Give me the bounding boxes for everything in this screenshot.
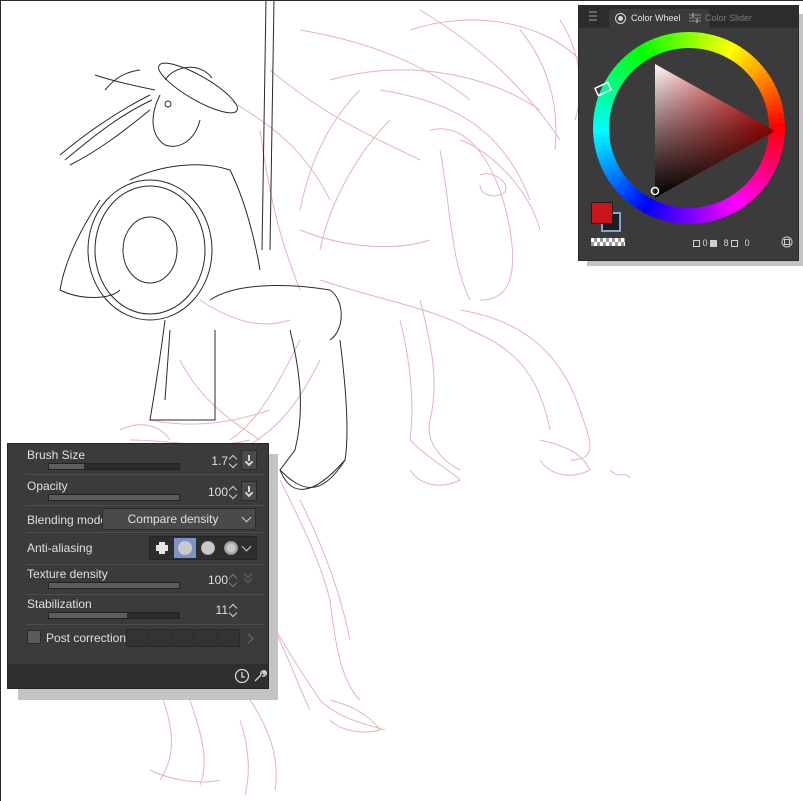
stabilization-slider-fill [49, 613, 127, 618]
post-correction-label: Post correction [46, 631, 127, 645]
color-swatches[interactable] [591, 202, 625, 236]
texture-density-spinner[interactable] [229, 572, 238, 588]
aa-strong-icon [224, 541, 238, 555]
post-correction-cell[interactable] [195, 629, 217, 647]
download-arrow-icon [246, 486, 252, 495]
fullscreen-icon[interactable] [781, 236, 793, 248]
hsv-readout: 0 8 0 [693, 238, 750, 248]
color-wheel-panel: Color Wheel Color Slider 0 8 0 [579, 6, 798, 260]
divider [26, 474, 264, 475]
chevron-down-icon [241, 512, 252, 523]
brush-size-settings-button[interactable] [241, 450, 257, 470]
tool-property-panel: Brush Size 1.7 Opacity 100 Blending mode… [8, 444, 268, 688]
anti-aliasing-weak[interactable] [174, 538, 196, 558]
saturation-icon [731, 240, 739, 248]
color-slider-icon [689, 13, 701, 23]
readout-s: 8 [723, 238, 729, 248]
opacity-spinner[interactable] [229, 484, 238, 500]
blending-mode-value: Compare density [127, 512, 219, 526]
aa-medium-icon [201, 541, 215, 555]
post-correction-cell[interactable] [126, 629, 148, 647]
post-correction-cell[interactable] [218, 629, 240, 647]
rider-ink-lineart [59, 0, 348, 490]
download-arrow-icon [246, 455, 252, 464]
stabilization-value[interactable]: 11 [188, 603, 228, 617]
hue-ring[interactable] [591, 30, 787, 226]
hsv-square-icon [693, 240, 700, 248]
tab-color-slider[interactable]: Color Slider [685, 9, 753, 28]
chevron-down-icon[interactable] [241, 541, 252, 552]
brush-size-slider-fill [49, 464, 85, 469]
brush-size-value[interactable]: 1.7 [188, 454, 228, 468]
color-panel-tabbar: Color Wheel Color Slider [579, 6, 798, 28]
opacity-slider[interactable] [48, 494, 180, 501]
anti-aliasing-strong[interactable] [220, 538, 242, 558]
post-correction-cell[interactable] [172, 629, 194, 647]
post-correction-options [126, 629, 244, 647]
tab-color-slider-label: Color Slider [705, 13, 753, 23]
tool-panel-footer [8, 664, 268, 688]
chevron-right-icon[interactable] [243, 633, 254, 644]
texture-density-label: Texture density [27, 567, 108, 581]
value-icon [710, 240, 718, 248]
post-correction-cell[interactable] [149, 629, 171, 647]
opacity-value[interactable]: 100 [188, 485, 228, 499]
blending-mode-select[interactable]: Compare density [102, 508, 256, 530]
anti-aliasing-label: Anti-aliasing [27, 541, 93, 555]
opacity-settings-button[interactable] [241, 481, 257, 501]
color-wheel-icon [615, 13, 626, 24]
readout-h: 0 [702, 238, 708, 248]
brush-size-spinner[interactable] [229, 453, 238, 469]
readout-v: 0 [744, 238, 750, 248]
transparent-color-swatch[interactable] [591, 238, 625, 246]
main-color-swatch[interactable] [591, 202, 613, 224]
stabilization-slider[interactable] [48, 612, 180, 619]
anti-aliasing-none[interactable] [151, 538, 173, 558]
double-chevron-down-icon[interactable] [243, 569, 253, 585]
tab-color-wheel-label: Color Wheel [631, 13, 681, 23]
brush-size-label: Brush Size [27, 448, 86, 462]
stabilization-spinner[interactable] [229, 602, 238, 618]
texture-density-value[interactable]: 100 [188, 573, 228, 587]
anti-aliasing-options [149, 536, 257, 560]
brush-size-slider[interactable] [48, 463, 180, 470]
wrench-icon[interactable] [252, 668, 268, 684]
texture-density-slider[interactable] [48, 582, 180, 589]
aa-none-icon [156, 542, 168, 554]
blending-mode-label: Blending mode [27, 513, 108, 527]
stabilization-label: Stabilization [27, 597, 92, 611]
post-correction-checkbox[interactable] [27, 630, 41, 644]
divider [26, 505, 264, 506]
divider [26, 624, 264, 625]
divider [26, 532, 264, 533]
menu-grip-icon[interactable] [589, 11, 597, 21]
divider [26, 594, 264, 595]
clock-reset-icon[interactable] [234, 668, 250, 684]
opacity-slider-fill [49, 495, 179, 500]
divider [26, 564, 264, 565]
anti-aliasing-medium[interactable] [197, 538, 219, 558]
opacity-label: Opacity [27, 479, 68, 493]
aa-weak-icon [178, 541, 192, 555]
texture-density-slider-fill [49, 583, 179, 588]
